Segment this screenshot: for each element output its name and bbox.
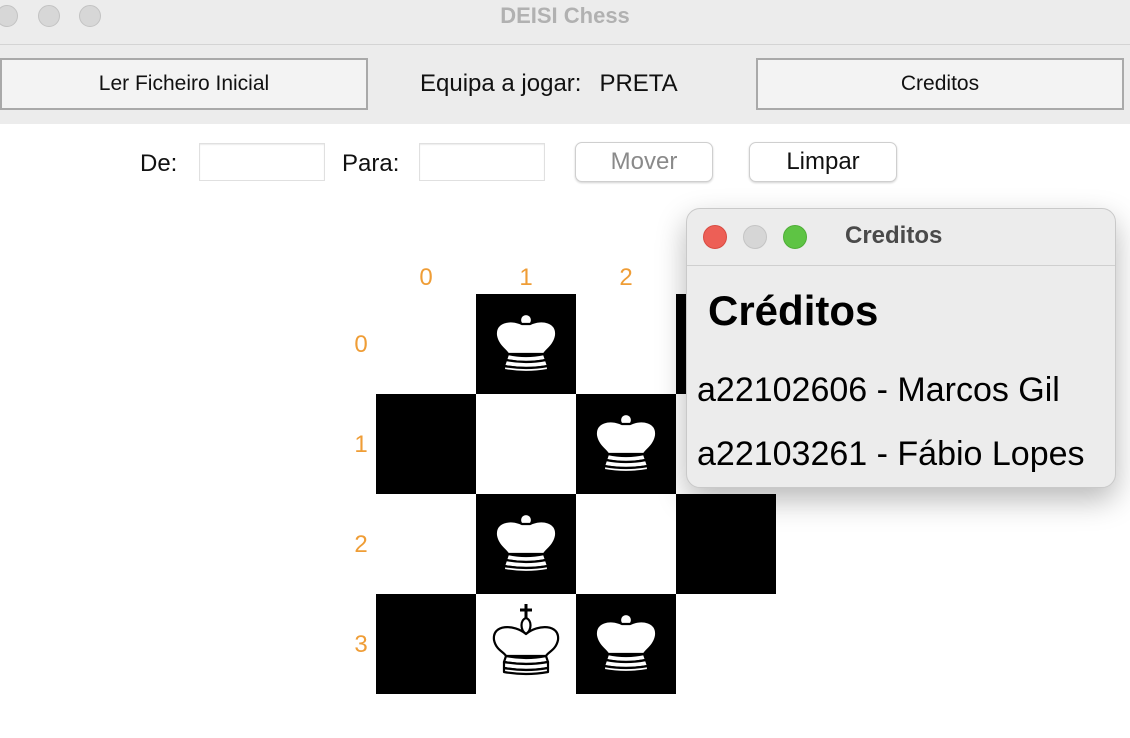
row-label: 0 xyxy=(354,331,368,358)
column-label: 1 xyxy=(519,264,533,291)
board-square-3-1[interactable] xyxy=(476,594,576,694)
dialog-minimize-button[interactable] xyxy=(743,225,767,249)
dialog-zoom-button[interactable] xyxy=(783,225,807,249)
row-label: 1 xyxy=(354,431,368,458)
board-square-1-1[interactable] xyxy=(476,394,576,494)
credits-dialog: Creditos Créditos a22102606 - Marcos Gil… xyxy=(686,208,1116,488)
turn-indicator: Equipa a jogar: PRETA xyxy=(420,70,678,98)
row-label: 2 xyxy=(354,531,368,558)
credits-button[interactable]: Creditos xyxy=(756,58,1124,110)
board-square-2-1[interactable] xyxy=(476,494,576,594)
dialog-titlebar: Creditos xyxy=(687,209,1115,266)
board-square-0-1[interactable] xyxy=(476,294,576,394)
from-input[interactable] xyxy=(199,143,325,181)
column-label: 0 xyxy=(419,264,433,291)
window-titlebar: DEISI Chess xyxy=(0,0,1130,45)
column-label: 2 xyxy=(619,264,633,291)
dialog-close-button[interactable] xyxy=(703,225,727,249)
turn-value: PRETA xyxy=(599,70,678,97)
board-square-3-3[interactable] xyxy=(676,594,776,694)
to-input[interactable] xyxy=(419,143,545,181)
credits-heading: Créditos xyxy=(708,287,879,334)
from-label: De: xyxy=(140,150,178,177)
board-square-1-0[interactable] xyxy=(376,394,476,494)
turn-label: Equipa a jogar: xyxy=(420,70,582,97)
move-button[interactable]: Mover xyxy=(575,142,713,182)
load-file-button[interactable]: Ler Ficheiro Inicial xyxy=(0,58,368,110)
credit-line: a22102606 - Marcos Gil xyxy=(697,371,1060,409)
board-square-2-0[interactable] xyxy=(376,494,476,594)
dialog-title: Creditos xyxy=(845,222,943,249)
board-square-3-0[interactable] xyxy=(376,594,476,694)
board-square-3-2[interactable] xyxy=(576,594,676,694)
board-square-2-3[interactable] xyxy=(676,494,776,594)
board-square-1-2[interactable] xyxy=(576,394,676,494)
to-label: Para: xyxy=(342,150,400,177)
board-square-0-2[interactable] xyxy=(576,294,676,394)
board-square-2-2[interactable] xyxy=(576,494,676,594)
board-square-0-0[interactable] xyxy=(376,294,476,394)
window-title: DEISI Chess xyxy=(500,3,630,28)
clear-button[interactable]: Limpar xyxy=(749,142,897,182)
row-label: 3 xyxy=(354,631,368,658)
credit-line: a22103261 - Fábio Lopes xyxy=(697,435,1085,473)
